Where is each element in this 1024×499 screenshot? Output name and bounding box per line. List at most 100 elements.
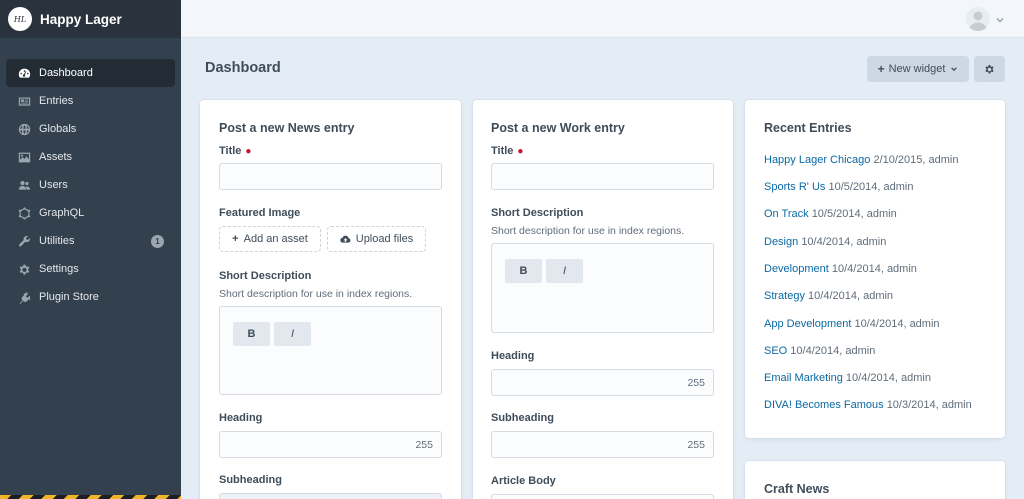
short-description-instructions: Short description for use in index regio… — [491, 225, 685, 237]
globe-icon — [17, 122, 31, 136]
entry-link[interactable]: App Development — [764, 318, 851, 330]
short-description-editor[interactable]: B I — [491, 243, 714, 333]
nav-item-utilities[interactable]: Utilities 1 — [6, 227, 175, 255]
recent-entry: Design 10/4/2014, admin — [764, 236, 886, 248]
entry-link[interactable]: Strategy — [764, 290, 805, 302]
article-body-label: Article Body — [491, 475, 556, 487]
nav-item-users[interactable]: Users — [6, 171, 175, 199]
chevron-down-icon — [951, 67, 958, 72]
entry-meta: 10/4/2014, admin — [790, 345, 876, 357]
required-indicator: ● — [517, 146, 524, 157]
recent-entries-widget: Recent Entries Happy Lager Chicago 2/10/… — [745, 100, 1005, 438]
page-title: Dashboard — [205, 60, 281, 76]
add-asset-button[interactable]: + Add an asset — [219, 226, 321, 252]
entry-meta: 10/4/2014, admin — [845, 372, 931, 384]
char-count: 255 — [415, 439, 433, 451]
top-bar — [181, 0, 1024, 38]
short-description-instructions: Short description for use in index regio… — [219, 288, 413, 300]
widget-title: Recent Entries — [764, 121, 852, 135]
graphql-icon — [17, 206, 31, 220]
user-avatar[interactable] — [966, 7, 990, 31]
subheading-field[interactable] — [219, 493, 442, 499]
entry-meta: 10/4/2014, admin — [854, 318, 940, 330]
user-icon — [969, 11, 987, 31]
nav-item-graphql[interactable]: GraphQL — [6, 199, 175, 227]
entry-link[interactable]: Email Marketing — [764, 372, 843, 384]
nav-item-dashboard[interactable]: Dashboard — [6, 59, 175, 87]
plug-icon — [17, 290, 31, 304]
subheading-label: Subheading — [219, 474, 282, 486]
recent-entry: DIVA! Becomes Famous 10/3/2014, admin — [764, 399, 972, 411]
dev-mode-stripe — [0, 495, 181, 499]
entry-link[interactable]: Development — [764, 263, 829, 275]
recent-entry: App Development 10/4/2014, admin — [764, 318, 940, 330]
widget-title: Craft News — [764, 482, 830, 496]
entry-link[interactable]: DIVA! Becomes Famous — [764, 399, 884, 411]
recent-entry: Happy Lager Chicago 2/10/2015, admin — [764, 154, 958, 166]
new-widget-label: New widget — [888, 63, 946, 75]
heading-label: Heading — [491, 350, 535, 362]
craft-news-widget: Craft News — [745, 461, 1005, 499]
nav-label: Globals — [39, 123, 77, 135]
bold-button[interactable]: B — [505, 259, 542, 283]
title-field-label: Title ● — [491, 145, 524, 157]
site-logo[interactable]: HL — [8, 7, 32, 31]
featured-image-label: Featured Image — [219, 207, 301, 219]
entry-meta: 2/10/2015, admin — [873, 154, 959, 166]
short-description-label: Short Description — [219, 270, 312, 282]
article-body-field[interactable] — [491, 494, 714, 499]
nav-label: Settings — [39, 263, 79, 275]
entry-link[interactable]: Design — [764, 236, 798, 248]
nav-item-assets[interactable]: Assets — [6, 143, 175, 171]
nav-item-settings[interactable]: Settings — [6, 255, 175, 283]
entry-meta: 10/5/2014, admin — [828, 181, 914, 193]
sidebar: HL Happy Lager Dashboard Entries Globals… — [0, 0, 181, 499]
entry-meta: 10/4/2014, admin — [801, 236, 887, 248]
upload-files-button[interactable]: Upload files — [327, 226, 426, 252]
subheading-field[interactable]: 255 — [491, 431, 714, 458]
site-name[interactable]: Happy Lager — [40, 12, 122, 27]
gear-icon — [985, 64, 994, 73]
italic-button[interactable]: I — [546, 259, 583, 283]
recent-entry: Strategy 10/4/2014, admin — [764, 290, 893, 302]
nav-item-plugin-store[interactable]: Plugin Store — [6, 283, 175, 311]
nav-label: Entries — [39, 95, 74, 107]
subheading-label: Subheading — [491, 412, 554, 424]
gear-icon — [17, 262, 31, 276]
chevron-down-icon[interactable] — [995, 12, 1005, 23]
entry-link[interactable]: On Track — [764, 208, 809, 220]
italic-button[interactable]: I — [274, 322, 311, 346]
bold-button[interactable]: B — [233, 322, 270, 346]
entry-meta: 10/5/2014, admin — [811, 208, 897, 220]
title-field[interactable] — [491, 163, 714, 190]
heading-field[interactable]: 255 — [219, 431, 442, 458]
news-entry-widget: Post a new News entry Title ● Featured Im… — [200, 100, 461, 499]
plus-icon: + — [877, 62, 885, 76]
wrench-icon — [17, 234, 31, 248]
entry-meta: 10/3/2014, admin — [886, 399, 972, 411]
nav-label: Users — [39, 179, 68, 191]
utilities-badge: 1 — [151, 235, 164, 248]
recent-entry: On Track 10/5/2014, admin — [764, 208, 897, 220]
recent-entry: Sports R' Us 10/5/2014, admin — [764, 181, 913, 193]
heading-field[interactable]: 255 — [491, 369, 714, 396]
short-description-editor[interactable]: B I — [219, 306, 442, 395]
widget-title: Post a new News entry — [219, 121, 355, 135]
entry-link[interactable]: Happy Lager Chicago — [764, 154, 870, 166]
entry-meta: 10/4/2014, admin — [831, 263, 917, 275]
dashboard-settings-button[interactable] — [974, 56, 1005, 82]
recent-entry: Email Marketing 10/4/2014, admin — [764, 372, 931, 384]
title-field[interactable] — [219, 163, 442, 190]
nav-label: Plugin Store — [39, 291, 99, 303]
upload-files-label: Upload files — [355, 233, 414, 245]
new-widget-button[interactable]: + New widget — [867, 56, 969, 82]
entry-link[interactable]: SEO — [764, 345, 787, 357]
title-field-label: Title ● — [219, 145, 252, 157]
nav-label: Utilities — [39, 235, 75, 247]
char-count: 255 — [687, 439, 705, 451]
nav-item-globals[interactable]: Globals — [6, 115, 175, 143]
nav-item-entries[interactable]: Entries — [6, 87, 175, 115]
nav-label: Assets — [39, 151, 73, 163]
entry-meta: 10/4/2014, admin — [808, 290, 894, 302]
entry-link[interactable]: Sports R' Us — [764, 181, 825, 193]
